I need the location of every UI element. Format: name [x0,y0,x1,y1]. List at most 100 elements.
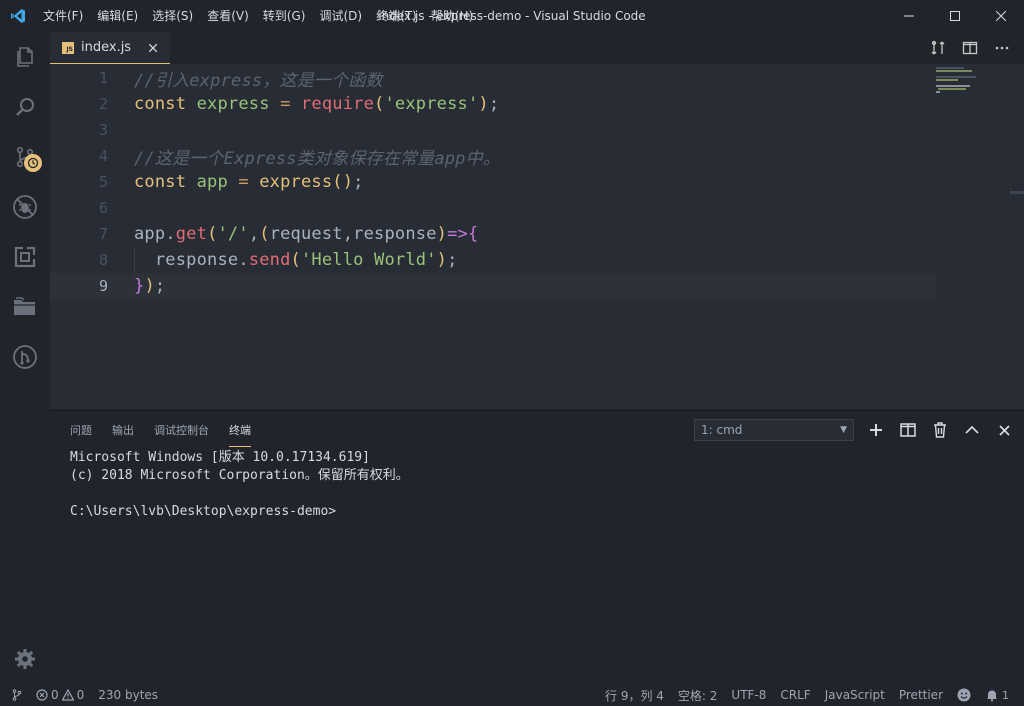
terminal-prompt: C:\Users\lvb\Desktop\express-demo> [70,504,337,519]
tab-output[interactable]: 输出 [112,412,134,446]
more-actions-icon[interactable] [986,32,1018,64]
open-changes-icon[interactable] [922,32,954,64]
code-line: 7 app.get('/',(request,response)=>{ [50,221,936,247]
feedback-smiley-icon[interactable] [950,688,978,702]
language-mode[interactable]: JavaScript [818,688,892,702]
extensions-icon[interactable] [0,232,50,282]
explorer-icon[interactable] [0,32,50,82]
menu-help[interactable]: 帮助(H) [424,0,480,32]
close-icon [996,11,1006,21]
problems-indicator[interactable]: 0 0 [29,688,91,702]
split-editor-icon[interactable] [954,32,986,64]
line-number: 6 [98,199,108,217]
debug-icon[interactable] [0,182,50,232]
code-text: app.get('/',(request,response)=>{ [134,224,479,244]
scrollbar-marker [1010,191,1024,194]
panel-tabs: 问题 输出 调试控制台 终端 [70,411,271,447]
line-number: 3 [98,121,108,139]
prettier-status[interactable]: Prettier [892,688,950,702]
maximize-icon [950,11,960,21]
tab-index-js[interactable]: JS index.js [50,32,170,64]
code-text: }); [134,276,166,296]
tab-label: index.js [81,40,132,55]
trash-icon[interactable] [924,415,956,445]
code-line: 4 //这是一个Express类对象保存在常量app中。 [50,143,936,169]
cursor-position[interactable]: 行 9，列 4 [598,687,671,704]
new-terminal-icon[interactable] [860,415,892,445]
tab-problems[interactable]: 问题 [70,412,92,446]
activity-bar [0,32,50,684]
terminal-select[interactable]: 1: cmd ▼ [694,419,854,441]
minimap-line [936,79,958,81]
folder-icon[interactable] [0,282,50,332]
menu-go[interactable]: 转到(G) [256,0,313,32]
maximize-button[interactable] [932,0,978,32]
code-line: 6 [50,195,936,221]
line-number: 9 [98,277,108,295]
close-window-button[interactable] [978,0,1024,32]
error-count: 0 [51,688,59,702]
code-line: 8 response.send('Hello World'); [50,247,936,273]
warning-icon [61,689,74,701]
code-line: 3 [50,117,936,143]
git-icon[interactable] [0,332,50,382]
minimap-line [936,91,940,93]
tab-terminal[interactable]: 终端 [229,412,251,447]
error-icon [36,689,48,701]
tab-debug-console[interactable]: 调试控制台 [154,412,209,446]
window-controls [886,0,1024,32]
panel-actions [860,415,1020,445]
line-number: 8 [98,251,108,269]
menu-selection[interactable]: 选择(S) [145,0,200,32]
minimize-button[interactable] [886,0,932,32]
js-file-icon: JS [62,41,74,54]
minimap-line [936,67,964,69]
vertical-scrollbar[interactable] [1010,64,1024,409]
code-text: //引入express，这是一个函数 [134,70,383,91]
terminal-line: (c) 2018 Microsoft Corporation。保留所有权利。 [70,468,409,483]
notifications-bell-icon[interactable]: 1 [978,688,1016,702]
split-terminal-icon[interactable] [892,415,924,445]
editor-tab-bar: JS index.js [50,32,1024,64]
code-text: //这是一个Express类对象保存在常量app中。 [134,148,501,169]
gear-icon[interactable] [0,634,50,684]
search-icon[interactable] [0,82,50,132]
menu-file[interactable]: 文件(F) [36,0,90,32]
indent-guide [134,247,135,273]
minimap-line [936,76,976,78]
menu-debug[interactable]: 调试(D) [312,0,369,32]
minimap-line [936,85,970,87]
menu-view[interactable]: 查看(V) [200,0,256,32]
chevron-up-icon[interactable] [956,415,988,445]
bottom-panel: 问题 输出 调试控制台 终端 1: cmd ▼ Microsoft Window… [50,410,1024,684]
terminal-output[interactable]: Microsoft Windows [版本 10.0.17134.619] (c… [70,449,409,521]
close-panel-icon[interactable] [988,415,1020,445]
minimize-icon [904,15,914,17]
code-text: response.send('Hello World'); [154,250,458,270]
indentation[interactable]: 空格: 2 [671,687,725,704]
clock-badge-icon [24,154,42,172]
code-editor[interactable]: 1 //引入express，这是一个函数 2 const express = r… [50,64,1024,409]
minimap-line [936,70,972,72]
tab-close-icon[interactable] [146,41,160,55]
file-size: 230 bytes [98,688,159,702]
line-number: 5 [98,173,108,191]
menu-terminal[interactable]: 终端(T) [369,0,424,32]
line-number: 7 [98,225,108,243]
code-line: 5 const app = express(); [50,169,936,195]
menu-edit[interactable]: 编辑(E) [90,0,145,32]
code-line: 1 //引入express，这是一个函数 [50,65,936,91]
minimap[interactable] [936,64,1010,409]
code-text: const app = express(); [134,172,364,192]
warning-count: 0 [76,688,85,702]
minimap-line [938,88,966,90]
line-ending[interactable]: CRLF [773,688,817,702]
status-bar: 0 0 230 bytes 行 9，列 4 空格: 2 UTF-8 CRLF J… [0,684,1024,706]
title-bar: 文件(F) 编辑(E) 选择(S) 查看(V) 转到(G) 调试(D) 终端(T… [0,0,1024,32]
branch-icon[interactable] [0,689,29,701]
terminal-line: Microsoft Windows [版本 10.0.17134.619] [70,450,370,465]
encoding[interactable]: UTF-8 [724,688,773,702]
editor-actions [922,32,1018,64]
line-number: 1 [98,69,108,87]
